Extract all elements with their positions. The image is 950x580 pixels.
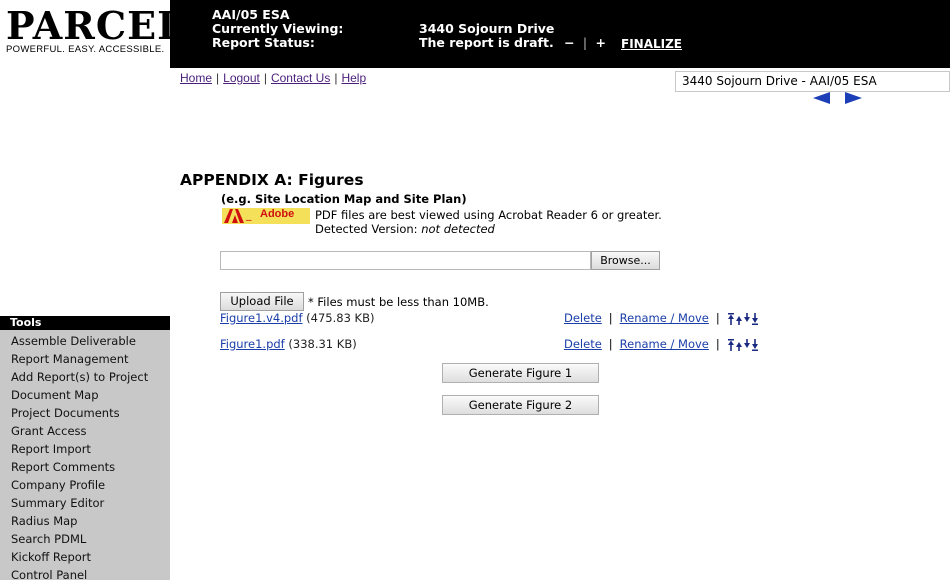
logo-tagline: POWERFUL. EASY. ACCESSIBLE.	[6, 44, 165, 55]
tools-item-search-pdml[interactable]: Search PDML	[0, 530, 170, 548]
delete-link[interactable]: Delete	[564, 311, 602, 325]
nav-sep: |	[263, 71, 267, 85]
nav-home-link[interactable]: Home	[180, 71, 212, 85]
previous-arrow-icon[interactable]	[813, 92, 831, 104]
logo-title: PARCEL	[6, 3, 185, 48]
pdf-note-text: PDF files are best viewed using Acrobat …	[315, 208, 662, 222]
viewing-value: 3440 Sojourn Drive	[419, 21, 555, 36]
expand-button[interactable]: +	[596, 36, 606, 50]
tools-heading: Tools	[0, 316, 170, 330]
nav-sep: |	[216, 71, 220, 85]
file-row: Figure1.pdf (338.31 KB) Delete | Rename / …	[220, 337, 780, 353]
finalize-link[interactable]: FINALIZE	[621, 37, 682, 51]
page-subtitle: (e.g. Site Location Map and Site Plan)	[221, 192, 467, 206]
adobe-label: Adobe	[260, 208, 295, 220]
tools-item-add-reports[interactable]: Add Report(s) to Project	[0, 368, 170, 386]
nav-help-link[interactable]: Help	[341, 71, 366, 85]
header-values: 3440 Sojourn Drive The report is draft. …	[419, 22, 606, 50]
next-arrow-icon[interactable]	[844, 92, 862, 104]
logo[interactable]: PARCEL POWERFUL. EASY. ACCESSIBLE.	[0, 0, 184, 68]
nav-logout-link[interactable]: Logout	[223, 71, 260, 85]
tools-item-document-map[interactable]: Document Map	[0, 386, 170, 404]
file-link[interactable]: Figure1.v4.pdf	[220, 311, 303, 325]
tools-menu: Assemble Deliverable Report Management A…	[0, 330, 170, 580]
file-size: (338.31 KB)	[288, 337, 357, 351]
detected-value: not detected	[421, 222, 495, 236]
tools-item-report-management[interactable]: Report Management	[0, 350, 170, 368]
report-id: AAI/05 ESA	[212, 7, 290, 22]
tools-item-grant-access[interactable]: Grant Access	[0, 422, 170, 440]
tools-item-company-profile[interactable]: Company Profile	[0, 476, 170, 494]
nav-contact-link[interactable]: Contact Us	[271, 71, 330, 85]
header-divider: |	[582, 35, 588, 50]
reorder-arrows-icon[interactable]	[727, 312, 761, 325]
status-label: Report Status:	[212, 35, 315, 50]
file-link[interactable]: Figure1.pdf	[220, 337, 285, 351]
adobe-reader-badge[interactable]: _ Adobe	[222, 208, 310, 224]
viewing-label: Currently Viewing:	[212, 21, 344, 36]
header-labels: AAI/05 ESA Currently Viewing: Report Sta…	[212, 8, 343, 50]
generate-figure-2-button[interactable]: Generate Figure 2	[442, 395, 599, 415]
rename-move-link[interactable]: Rename / Move	[620, 337, 709, 351]
collapse-button[interactable]: −	[564, 36, 574, 50]
browse-button[interactable]: Browse...	[591, 251, 660, 270]
tools-item-project-documents[interactable]: Project Documents	[0, 404, 170, 422]
upload-file-button[interactable]: Upload File	[220, 292, 304, 311]
reorder-arrows-icon[interactable]	[727, 338, 761, 351]
status-value: The report is draft.	[419, 35, 554, 50]
tools-item-assemble-deliverable[interactable]: Assemble Deliverable	[0, 332, 170, 350]
tools-item-kickoff-report[interactable]: Kickoff Report	[0, 548, 170, 566]
tools-item-report-import[interactable]: Report Import	[0, 440, 170, 458]
tools-item-control-panel[interactable]: Control Panel	[0, 566, 170, 580]
nav-sep: |	[334, 71, 338, 85]
pdf-note: PDF files are best viewed using Acrobat …	[315, 208, 662, 236]
page-title: APPENDIX A: Figures	[180, 171, 364, 189]
tools-item-summary-editor[interactable]: Summary Editor	[0, 494, 170, 512]
file-row: Figure1.v4.pdf (475.83 KB) Delete | Rename…	[220, 311, 780, 327]
file-size: (475.83 KB)	[306, 311, 375, 325]
top-nav: Home | Logout | Contact Us | Help	[180, 71, 366, 85]
tools-item-report-comments[interactable]: Report Comments	[0, 458, 170, 476]
upload-size-note: * Files must be less than 10MB.	[308, 295, 489, 309]
project-select[interactable]: 3440 Sojourn Drive - AAI/05 ESA	[675, 71, 950, 92]
delete-link[interactable]: Delete	[564, 337, 602, 351]
generate-figure-1-button[interactable]: Generate Figure 1	[442, 363, 599, 383]
adobe-logo-icon	[224, 209, 244, 223]
file-path-input[interactable]	[220, 251, 591, 270]
detected-label: Detected Version:	[315, 222, 418, 236]
tools-item-radius-map[interactable]: Radius Map	[0, 512, 170, 530]
rename-move-link[interactable]: Rename / Move	[620, 311, 709, 325]
top-header: PARCEL POWERFUL. EASY. ACCESSIBLE. AAI/0…	[0, 0, 950, 68]
